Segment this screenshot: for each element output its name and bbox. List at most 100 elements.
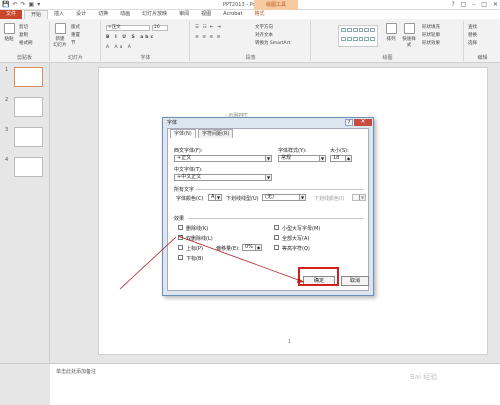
underline-color-button[interactable]: ▼: [352, 194, 366, 201]
thumbnail-number: 3: [5, 127, 9, 133]
thumbnail-number: 4: [5, 157, 9, 163]
shape-outline-button[interactable]: 形状轮廓: [422, 32, 440, 38]
align-text-button[interactable]: 对齐文本: [255, 32, 273, 38]
western-font-select[interactable]: +正文 ▼: [174, 155, 272, 162]
chevron-down-icon: ▼: [299, 195, 305, 200]
double-strikethrough-checkbox[interactable]: ✓: [178, 235, 183, 240]
slide-thumbnail-pane: 1 2 3 4: [0, 63, 50, 363]
cancel-button[interactable]: 取消: [341, 276, 369, 286]
group-clipboard: 粘贴 剪切 复制 格式刷 剪贴板: [0, 21, 50, 61]
tab-file[interactable]: 文件: [0, 10, 23, 19]
notes-left-strip: [0, 363, 50, 405]
align-buttons[interactable]: ≡ ≡ ≡ ≡: [195, 35, 221, 40]
size-spinner[interactable]: 18 ◆: [330, 155, 352, 162]
divider: [196, 189, 364, 190]
tab-insert[interactable]: 插入: [48, 10, 70, 19]
group-font: +正文 16 B I U S abc A Aa A 字体: [102, 21, 190, 61]
tab-view[interactable]: 视图: [195, 10, 217, 19]
new-slide-button[interactable]: 新建 幻灯片: [53, 23, 67, 48]
notes-pane[interactable]: 单击此处添加备注: [50, 363, 500, 405]
maximize-button[interactable]: □: [481, 1, 487, 8]
chevron-down-icon: ▼: [319, 156, 325, 161]
font-color-label: 字体颜色(C): [176, 196, 204, 202]
font-style-select[interactable]: 常规 ▼: [278, 155, 326, 162]
offset-label: 偏移量(E):: [216, 246, 240, 252]
tab-review[interactable]: 审阅: [173, 10, 195, 19]
group-label: 编辑: [477, 55, 488, 61]
underline-color-label: 下划线颜色(I): [314, 196, 345, 202]
window-controls: ? □ – □ ✕: [451, 1, 498, 8]
quick-styles-button[interactable]: 快速样式: [402, 23, 416, 48]
smartart-button[interactable]: 转换为 SmartArt: [255, 40, 290, 46]
shape-effects-button[interactable]: 形状效果: [422, 40, 440, 46]
thumbnail-number: 1: [5, 67, 9, 73]
font-color-buttons[interactable]: A Aa A: [106, 45, 133, 50]
equalize-height-checkbox[interactable]: [274, 245, 279, 250]
layout-button[interactable]: 版式: [71, 24, 80, 30]
arrange-button[interactable]: 排列: [384, 23, 398, 42]
asian-font-select[interactable]: +中文正文 ▼: [174, 174, 272, 181]
text-direction-button[interactable]: 文字方向: [255, 24, 273, 30]
paste-button[interactable]: 粘贴: [2, 23, 16, 42]
dialog-help-button[interactable]: ?: [345, 119, 353, 126]
minimize-button[interactable]: –: [472, 1, 475, 8]
font-name-select[interactable]: +正文: [106, 25, 150, 31]
slide-page-number: 1: [288, 339, 292, 345]
subscript-label: 下标(B): [186, 256, 204, 262]
underline-style-label: 下划线线型(U): [226, 196, 259, 202]
shape-fill-button[interactable]: 形状填充: [422, 24, 440, 30]
font-size-select[interactable]: 16: [152, 25, 168, 31]
slide-thumbnail[interactable]: [14, 67, 43, 87]
divider: [188, 218, 364, 219]
all-caps-checkbox[interactable]: [274, 235, 279, 240]
group-slides: 新建 幻灯片 版式 重置 节 幻灯片: [51, 21, 101, 61]
ribbon: 粘贴 剪切 复制 格式刷 剪贴板 新建 幻灯片 版式 重置 节 幻灯片 +正文 …: [0, 19, 500, 63]
tab-animations[interactable]: 动画: [114, 10, 136, 19]
select-button[interactable]: 选择: [468, 40, 477, 46]
arrange-icon: [385, 23, 397, 34]
strikethrough-checkbox[interactable]: [178, 225, 183, 230]
group-label: 幻灯片: [67, 55, 83, 61]
tab-home[interactable]: 开始: [24, 10, 49, 19]
font-format-buttons[interactable]: B I U S abc: [106, 35, 155, 40]
small-caps-checkbox[interactable]: [274, 225, 279, 230]
subscript-checkbox[interactable]: [178, 255, 183, 260]
tab-format[interactable]: 格式: [248, 10, 270, 19]
chevron-down-icon: ▼: [265, 175, 271, 180]
superscript-checkbox[interactable]: [178, 245, 183, 250]
close-button[interactable]: ✕: [493, 1, 498, 8]
dialog-close-button[interactable]: ✕: [354, 119, 372, 126]
find-button[interactable]: 查找: [468, 24, 477, 30]
tab-character-spacing[interactable]: 字符间距(R): [198, 129, 234, 138]
spinner-icon: ◆: [255, 245, 261, 250]
chevron-down-icon: ▼: [359, 195, 365, 200]
font-style-label: 字体样式(Y):: [278, 148, 307, 154]
offset-spinner[interactable]: 0% ◆: [242, 244, 262, 251]
ribbon-display-button[interactable]: □: [461, 1, 467, 8]
all-text-label: 所有文字: [174, 187, 195, 193]
replace-button[interactable]: 替换: [468, 32, 477, 38]
tab-design[interactable]: 设计: [70, 10, 92, 19]
slide-thumbnail[interactable]: [14, 157, 43, 177]
tab-transitions[interactable]: 切换: [92, 10, 114, 19]
list-buttons[interactable]: ☰ ☷ ⇤ ⇥: [195, 25, 222, 30]
cut-button[interactable]: 剪切: [19, 24, 28, 30]
format-painter-button[interactable]: 格式刷: [19, 40, 33, 46]
slide-thumbnail[interactable]: [14, 97, 43, 117]
equalize-height-label: 等高字符(Q): [282, 246, 310, 252]
new-slide-icon: [54, 23, 66, 34]
slide-thumbnail[interactable]: [14, 127, 43, 147]
tab-slideshow[interactable]: 幻灯片放映: [136, 10, 173, 19]
font-color-button[interactable]: A ▼: [208, 194, 222, 201]
reset-button[interactable]: 重置: [71, 32, 80, 38]
underline-style-select[interactable]: (无) ▼: [262, 194, 306, 201]
dialog-title: 字体: [167, 120, 178, 126]
tab-font[interactable]: 字体(N): [170, 129, 196, 138]
shapes-gallery[interactable]: [338, 25, 378, 47]
section-button[interactable]: 节: [71, 40, 76, 46]
group-drawing: 排列 快速样式 形状填充 形状轮廓 形状效果 绘图: [312, 21, 464, 61]
thumbnail-number: 2: [5, 97, 9, 103]
tab-acrobat[interactable]: Acrobat: [217, 10, 248, 19]
help-button[interactable]: ?: [451, 1, 454, 8]
copy-button[interactable]: 复制: [19, 32, 28, 38]
